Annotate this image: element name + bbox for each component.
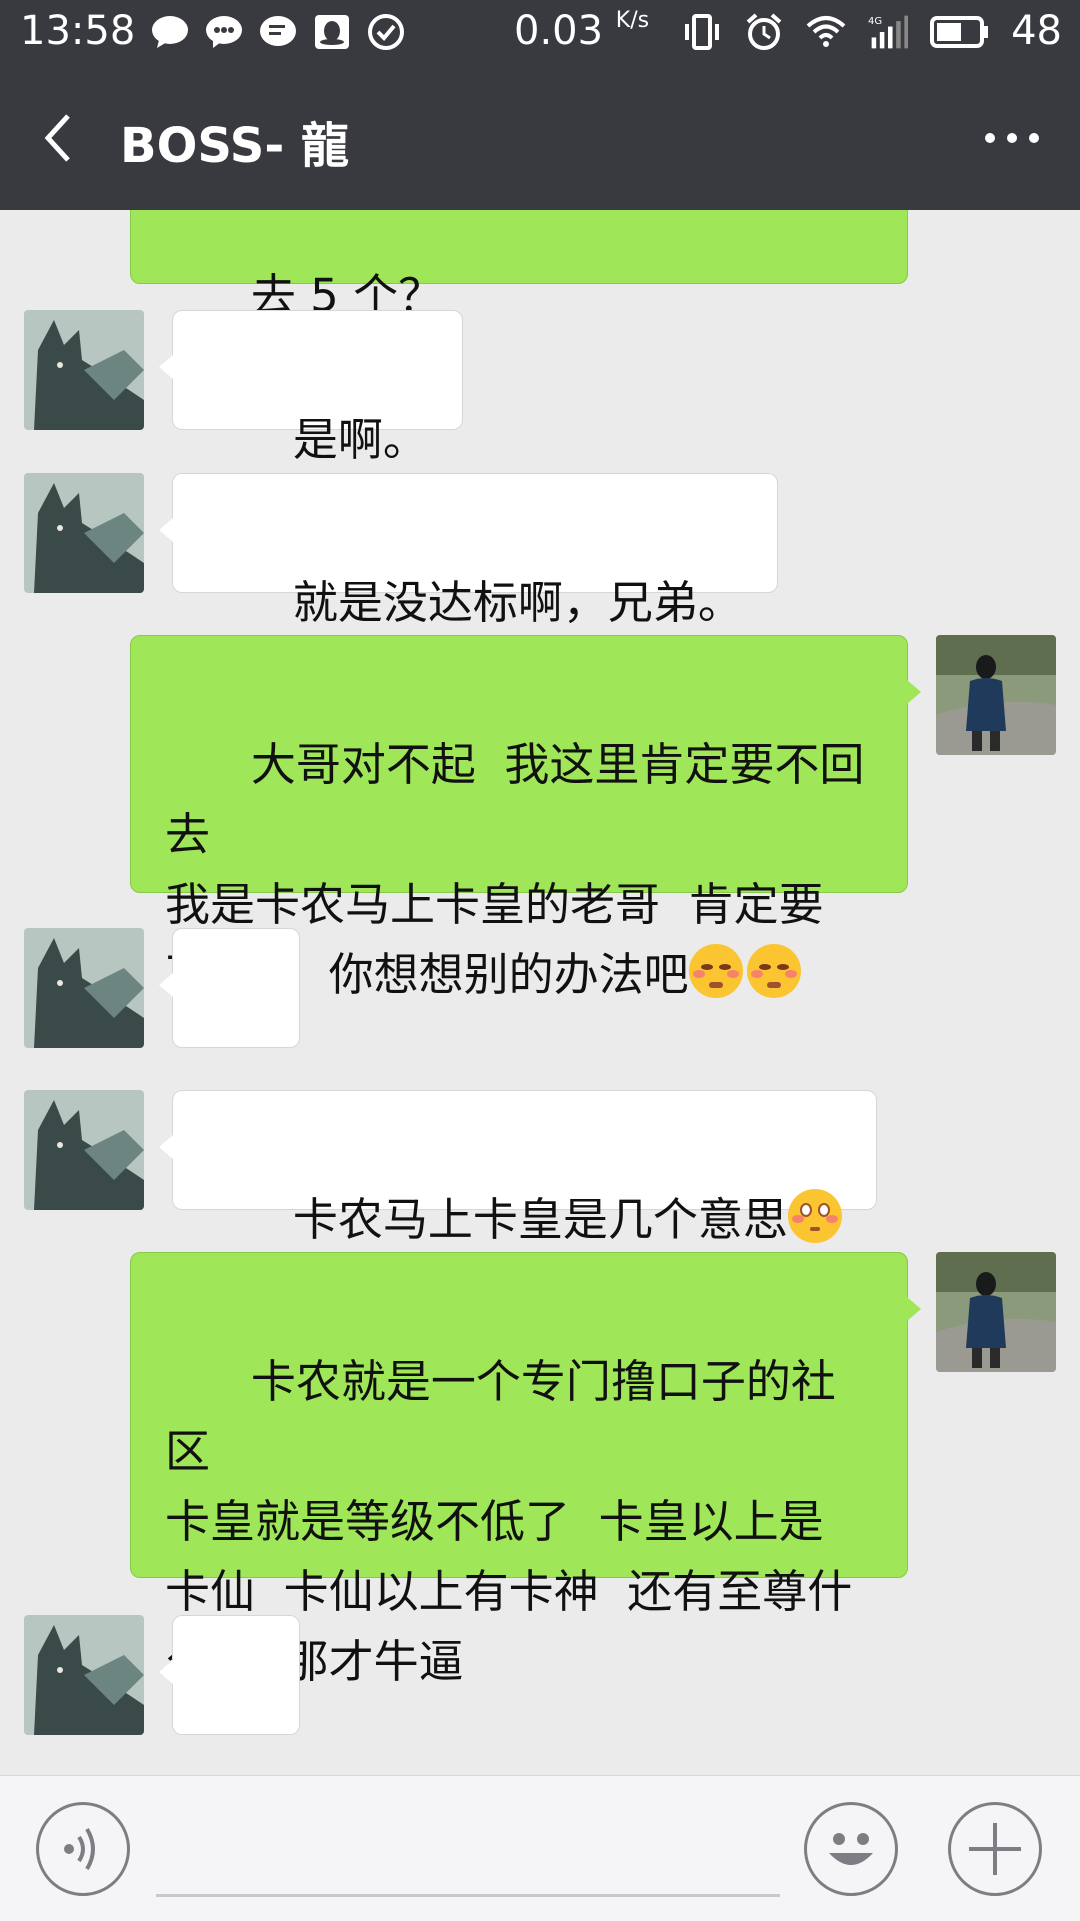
- my-avatar[interactable]: [936, 635, 1056, 755]
- notification-icons: [150, 12, 406, 52]
- voice-input-button[interactable]: [36, 1802, 130, 1896]
- back-button[interactable]: [34, 106, 90, 170]
- message-row: 卡农马上卡皇是几个意思: [0, 1090, 1080, 1246]
- message-text: 是啊。: [292, 413, 428, 466]
- message-bubble-received[interactable]: [159, 928, 300, 1151]
- wifi-icon: [806, 12, 846, 52]
- system-icons: 4G: [682, 12, 990, 52]
- message-bubble-sent[interactable]: 大哥对不起 我这里肯定要不回去 我是卡农马上卡皇的老哥 肯定要 不回去 你想想别…: [130, 635, 921, 1001]
- message-input[interactable]: [156, 1894, 780, 1897]
- contact-avatar[interactable]: [24, 1615, 144, 1735]
- status-time: 13:58: [20, 8, 136, 54]
- status-bar: 13:58 0.03 K/s 4G 48: [0, 0, 1080, 66]
- signal-4g-icon: 4G: [868, 12, 908, 52]
- more-functions-button[interactable]: [948, 1802, 1042, 1896]
- smiley-icon: [829, 1833, 873, 1865]
- message-bubble-received[interactable]: 卡农马上卡皇是几个意思: [159, 1090, 877, 1246]
- message-icon: [204, 12, 244, 52]
- contact-avatar[interactable]: [24, 473, 144, 593]
- more-icon: [985, 133, 1039, 143]
- network-speed: 0.03 K/s: [514, 8, 649, 54]
- message-bubble-received[interactable]: 是啊。: [159, 310, 463, 466]
- message-row: [0, 928, 1080, 1151]
- message-row: 大哥对不起 我这里肯定要不回去 我是卡农马上卡皇的老哥 肯定要 不回去 你想想别…: [0, 635, 1080, 1001]
- emoji-button[interactable]: [804, 1802, 898, 1896]
- alarm-icon: [744, 12, 784, 52]
- message-row: - -: [0, 1615, 1080, 1735]
- message-bubble-received[interactable]: - -: [159, 1615, 300, 1735]
- more-options-button[interactable]: [980, 118, 1044, 158]
- message-bubble-sent[interactable]: 卡农就是一个专门撸口子的社区 卡皇就是等级不低了 卡皇以上是 卡仙 卡仙以上有卡…: [130, 1252, 921, 1688]
- message-row: 是啊。: [0, 310, 1080, 466]
- message-bubble-sent[interactable]: 去 5 个？: [130, 210, 908, 322]
- check-icon: [366, 12, 406, 52]
- message-text: 就是没达标啊，兄弟。: [292, 576, 743, 629]
- vibrate-icon: [682, 12, 722, 52]
- qq-icon: [312, 12, 352, 52]
- message-list[interactable]: 去 5 个？ 是啊。 就是没达标啊，兄弟。 大哥对不起 我这里肯定要不回去 我是…: [0, 210, 1080, 1775]
- chat-bubble-icon: [258, 12, 298, 52]
- message-row: 卡农就是一个专门撸口子的社区 卡皇就是等级不低了 卡皇以上是 卡仙 卡仙以上有卡…: [0, 1252, 1080, 1688]
- input-bar: [0, 1775, 1080, 1921]
- contact-avatar[interactable]: [24, 1090, 144, 1210]
- battery-level: 48: [1011, 8, 1062, 54]
- battery-icon: [930, 12, 990, 52]
- chevron-left-icon: [44, 114, 70, 162]
- network-speed-value: 0.03: [514, 8, 604, 54]
- svg-text:4G: 4G: [868, 16, 882, 27]
- message-row: 就是没达标啊，兄弟。: [0, 473, 1080, 629]
- network-speed-unit: K/s: [615, 8, 650, 33]
- chat-header: BOSS- 龍: [0, 66, 1080, 210]
- plus-icon: [969, 1823, 1021, 1875]
- contact-avatar[interactable]: [24, 928, 144, 1048]
- contact-avatar[interactable]: [24, 310, 144, 430]
- chat-title: BOSS- 龍: [120, 118, 350, 174]
- message-bubble-received[interactable]: 就是没达标啊，兄弟。: [159, 473, 778, 629]
- message-row: 去 5 个？: [0, 210, 1080, 322]
- chat-icon: [150, 12, 190, 52]
- flushed-emoji-icon: [787, 1189, 842, 1243]
- my-avatar[interactable]: [936, 1252, 1056, 1372]
- message-text: 卡农马上卡皇是几个意思: [292, 1193, 788, 1246]
- voice-icon: [64, 1827, 95, 1871]
